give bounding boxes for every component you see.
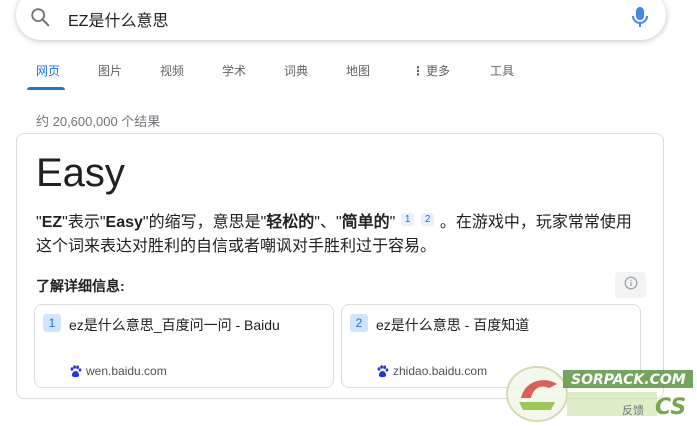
source-title[interactable]: ez是什么意思_百度问一问 - Baidu [69,315,280,335]
search-icon[interactable] [29,6,51,28]
source-domain: wen.baidu.com [86,364,167,378]
source-card-1[interactable]: 1 ez是什么意思_百度问一问 - Baidu wen.baidu.com [34,304,334,388]
source-domain: zhidao.baidu.com [393,364,488,378]
search-tabs: 网页 图片 视频 学术 词典 地图 ⋮ 更多 工具 [0,58,697,90]
learn-more-heading: 了解详细信息: [36,278,125,294]
search-bar[interactable]: EZ是什么意思 [16,0,666,40]
source-title[interactable]: ez是什么意思 - 百度知道 [376,315,529,335]
baidu-paw-icon [376,364,389,378]
source-number: 2 [350,314,368,332]
tab-dictionary[interactable]: 词典 [284,62,308,79]
info-button[interactable] [615,272,646,298]
tab-tools[interactable]: 工具 [490,62,514,79]
tab-web[interactable]: 网页 [36,62,60,79]
answer-title: Easy [36,151,125,195]
citation-1[interactable]: 1 [400,213,415,226]
watermark-cs-text: CS [655,395,686,420]
svg-text:SORPACK.COM: SORPACK.COM [571,372,686,388]
active-tab-indicator [27,87,65,90]
search-input[interactable]: EZ是什么意思 [68,7,168,31]
result-stats: 约 20,600,000 个结果 [36,114,161,129]
answer-snippet: "EZ"表示"Easy"的缩写，意思是"轻松的"、"简单的" 1 2 。在游戏中… [36,213,632,255]
more-vert-icon: ⋮ [412,64,424,78]
feedback-link[interactable]: 反馈 [622,402,644,418]
source-domain-row: wen.baidu.com [69,364,167,378]
microphone-icon[interactable] [629,5,651,29]
info-icon [624,276,638,295]
site-watermark-logo: SORPACK.COM CS [505,358,695,424]
tab-images[interactable]: 图片 [98,62,122,79]
source-domain-row: zhidao.baidu.com [376,364,487,378]
tab-more[interactable]: ⋮ 更多 [412,62,450,79]
baidu-paw-icon [69,364,82,378]
tab-scholar[interactable]: 学术 [222,62,246,79]
tab-videos[interactable]: 视频 [160,62,184,79]
citation-2[interactable]: 2 [420,213,435,226]
source-number: 1 [43,314,61,332]
tab-maps[interactable]: 地图 [346,62,370,79]
